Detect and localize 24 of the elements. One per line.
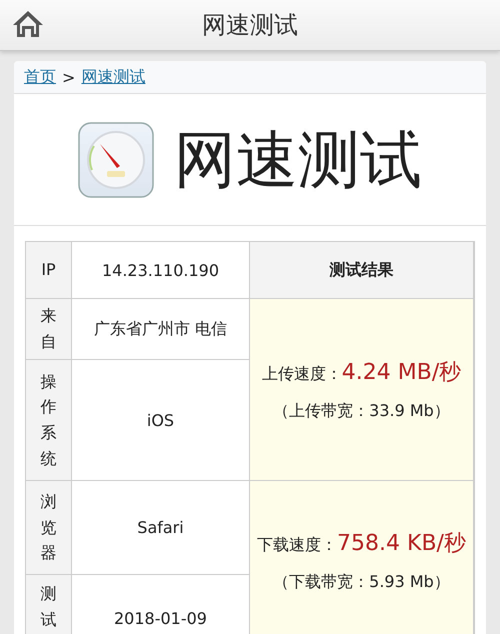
- table-cell: Safari: [72, 481, 249, 574]
- row-label: 浏览器: [26, 481, 71, 574]
- bandwidth-text: （上传带宽：33.9 Mb）: [273, 401, 450, 422]
- speed-value: 758.4 KB/秒: [337, 530, 466, 556]
- table-cell: 广东省广州市 电信: [72, 299, 249, 359]
- row-label: IP: [26, 242, 71, 298]
- row-label: 操作系统: [26, 360, 71, 480]
- bandwidth-text: （下载带宽：5.93 Mb）: [273, 572, 450, 592]
- speed-value: 4.24 MB/秒: [342, 360, 462, 385]
- speedometer-icon: [78, 122, 154, 198]
- speed-label: 上传速度：: [262, 364, 342, 383]
- table-cell: 2018-01-09: [72, 575, 249, 634]
- breadcrumb-separator: >: [62, 68, 76, 86]
- row-label: 来自: [26, 299, 71, 359]
- breadcrumb-link[interactable]: 网速测试: [81, 66, 146, 88]
- table-cell: iOS: [72, 360, 249, 480]
- speed-label: 下载速度：: [257, 534, 338, 554]
- breadcrumb-link[interactable]: 首页: [24, 66, 56, 88]
- home-icon[interactable]: [12, 9, 44, 39]
- page-title: 网速测试: [202, 10, 298, 41]
- hero-title: 网速测试: [174, 122, 422, 198]
- table-cell: 14.23.110.190: [72, 242, 249, 298]
- column-heading: 测试结果: [250, 242, 473, 298]
- row-label: 测试: [26, 575, 71, 634]
